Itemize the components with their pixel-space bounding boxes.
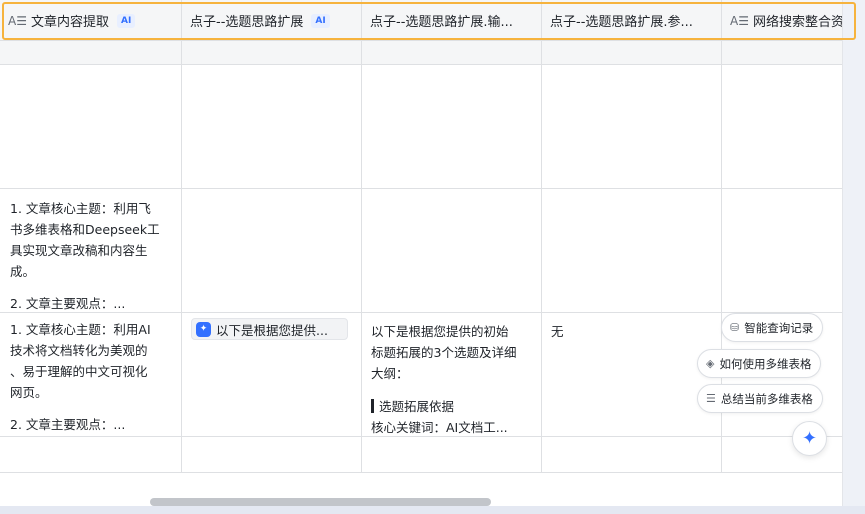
ai-badge: AI — [311, 13, 330, 28]
column-header-row: A☰ 文章内容提取 AI 点子--选题思路扩展 AI 点子--选题思路扩展.输.… — [0, 0, 843, 41]
column-header-web-search[interactable]: A☰ 网络搜索整合资 — [722, 0, 843, 41]
database-icon: ⛁ — [730, 321, 740, 334]
graduation-cap-icon: ◈ — [706, 357, 715, 370]
ai-badge: AI — [116, 13, 136, 28]
suggestion-query-history[interactable]: ⛁ 智能查询记录 — [721, 313, 824, 342]
column-header-topic-expand-ref[interactable]: 点子--选题思路扩展.参... — [542, 0, 722, 41]
table-cell[interactable]: 1. 文章核心主题：利用AI 技术将文档转化为美观的 、易于理解的中文可视化 网… — [10, 319, 176, 434]
column-header-topic-expand[interactable]: 点子--选题思路扩展 AI — [182, 0, 362, 41]
column-title: 点子--选题思路扩展.参... — [550, 15, 693, 30]
horizontal-scrollbar-thumb[interactable] — [150, 498, 491, 506]
column-header-article-extract[interactable]: A☰ 文章内容提取 AI — [0, 0, 182, 41]
quote-bar — [371, 399, 374, 413]
summary-icon: ☰ — [706, 392, 716, 405]
text-field-icon: A☰ — [8, 13, 27, 28]
column-title: 点子--选题思路扩展.输... — [370, 15, 513, 30]
text-field-icon: A☰ — [730, 13, 749, 28]
bottom-strip — [0, 506, 865, 514]
table-cell[interactable]: 以下是根据您提供的初始 标题拓展的3个选题及详细 大纲： 选题拓展依据 核心关键… — [371, 321, 537, 435]
suggestion-how-to-use[interactable]: ◈ 如何使用多维表格 — [697, 349, 822, 378]
ai-assistant-icon: ✦ — [196, 321, 211, 337]
column-header-topic-expand-output[interactable]: 点子--选题思路扩展.输... — [362, 0, 542, 41]
data-grid: A☰ 文章内容提取 AI 点子--选题思路扩展 AI 点子--选题思路扩展.输.… — [0, 0, 843, 506]
sparkle-icon: ✦ — [801, 428, 818, 449]
column-title: 网络搜索整合资 — [752, 15, 843, 30]
column-title: 点子--选题思路扩展 — [190, 15, 304, 30]
ai-result-chip[interactable]: ✦ 以下是根据您提供... — [191, 318, 348, 340]
suggestion-summarize-table[interactable]: ☰ 总结当前多维表格 — [697, 384, 823, 413]
group-header-row — [0, 41, 842, 64]
table-cell[interactable]: 1. 文章核心主题：利用飞 书多维表格和Deepseek工 具实现文章改稿和内容… — [10, 198, 176, 310]
column-title: 文章内容提取 — [30, 15, 109, 30]
ai-assistant-button[interactable]: ✦ — [792, 421, 827, 456]
table-cell[interactable]: 无 — [551, 321, 717, 351]
